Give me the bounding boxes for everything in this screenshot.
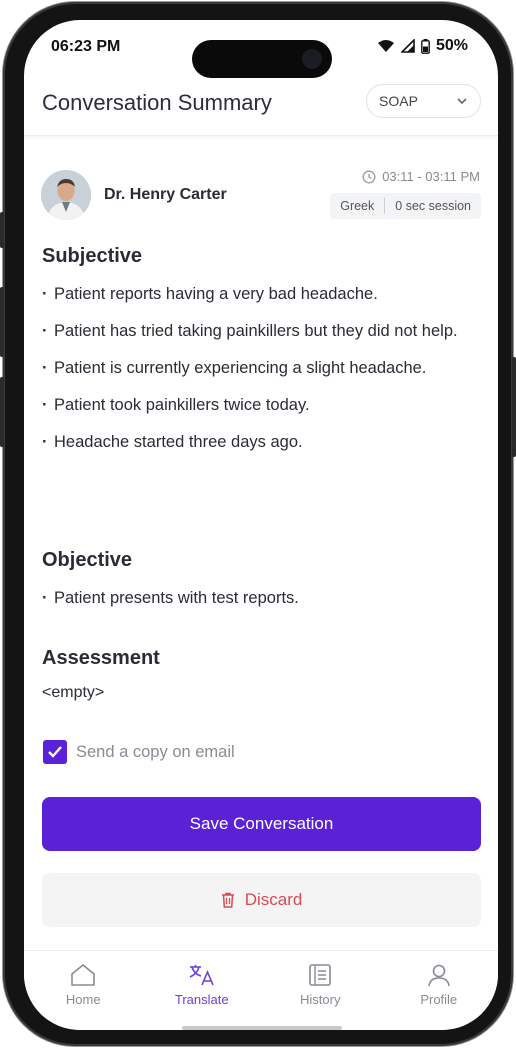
- signal-icon: [400, 39, 415, 53]
- list-item: Patient presents with test reports.: [42, 585, 482, 611]
- app-header: Conversation Summary SOAP: [24, 82, 498, 136]
- tab-home[interactable]: Home: [24, 951, 143, 1030]
- doctor-name: Dr. Henry Carter: [104, 186, 227, 203]
- session-time: 03:11 - 03:11 PM: [362, 169, 480, 184]
- email-copy-option[interactable]: Send a copy on email: [43, 740, 235, 764]
- home-indicator: [182, 1026, 342, 1030]
- tab-label: Profile: [420, 992, 458, 1007]
- status-time: 06:23 PM: [51, 38, 121, 55]
- chevron-down-icon: [457, 98, 467, 105]
- session-language: Greek: [340, 199, 375, 213]
- assessment-title: Assessment: [42, 647, 160, 669]
- checkmark-icon: [48, 746, 62, 758]
- discard-button[interactable]: Discard: [42, 873, 481, 927]
- battery-percent: 50%: [435, 37, 468, 54]
- tab-label: Translate: [174, 992, 229, 1007]
- trash-icon: [221, 892, 234, 908]
- save-conversation-button[interactable]: Save Conversation: [42, 797, 481, 851]
- objective-list: Patient presents with test reports.: [42, 585, 482, 622]
- phone-frame: 06:23 PM 50% Conversation Summary SOAP D…: [0, 2, 516, 1046]
- tab-label: History: [300, 992, 341, 1007]
- profile-icon: [427, 964, 450, 987]
- bottom-tab-bar: Home Translate History Profile: [24, 950, 498, 1030]
- session-duration: 0 sec session: [395, 199, 471, 213]
- session-time-range: 03:11 - 03:11 PM: [382, 169, 480, 184]
- subjective-list: Patient reports having a very bad headac…: [42, 281, 482, 466]
- format-select-value: SOAP: [379, 93, 418, 109]
- power-button: [512, 357, 516, 457]
- list-item: Patient is currently experiencing a slig…: [42, 355, 482, 381]
- home-icon: [71, 964, 96, 986]
- clock-icon: [362, 170, 376, 183]
- dynamic-island: [192, 40, 332, 78]
- action-button: [0, 212, 4, 248]
- subjective-title: Subjective: [42, 245, 143, 267]
- battery-icon: [421, 38, 430, 54]
- tab-history[interactable]: History: [261, 951, 380, 1030]
- list-item: Patient reports having a very bad headac…: [42, 281, 482, 307]
- status-icons: 50%: [377, 37, 468, 55]
- list-item: Headache started three days ago.: [42, 429, 482, 455]
- list-item: Patient has tried taking painkillers but…: [42, 318, 482, 344]
- tab-profile[interactable]: Profile: [380, 951, 499, 1030]
- wifi-icon: [377, 40, 394, 52]
- page-title: Conversation Summary: [42, 90, 272, 115]
- objective-title: Objective: [42, 549, 133, 571]
- volume-up-button: [0, 287, 4, 357]
- app-screen: 06:23 PM 50% Conversation Summary SOAP D…: [24, 20, 498, 1030]
- assessment-value: <empty>: [42, 684, 105, 701]
- discard-label: Discard: [244, 890, 303, 909]
- tab-translate[interactable]: Translate: [143, 951, 262, 1030]
- translate-icon: [189, 965, 214, 986]
- avatar: [41, 170, 91, 220]
- tab-label: Home: [65, 992, 101, 1007]
- email-copy-label: Send a copy on email: [76, 742, 235, 761]
- list-item: Patient took painkillers twice today.: [42, 392, 482, 418]
- format-select[interactable]: SOAP: [366, 84, 481, 118]
- doctor-info: Dr. Henry Carter: [41, 170, 227, 220]
- volume-down-button: [0, 377, 4, 447]
- history-icon: [309, 964, 332, 986]
- session-chip: Greek 0 sec session: [330, 193, 481, 219]
- email-copy-checkbox[interactable]: [43, 740, 67, 764]
